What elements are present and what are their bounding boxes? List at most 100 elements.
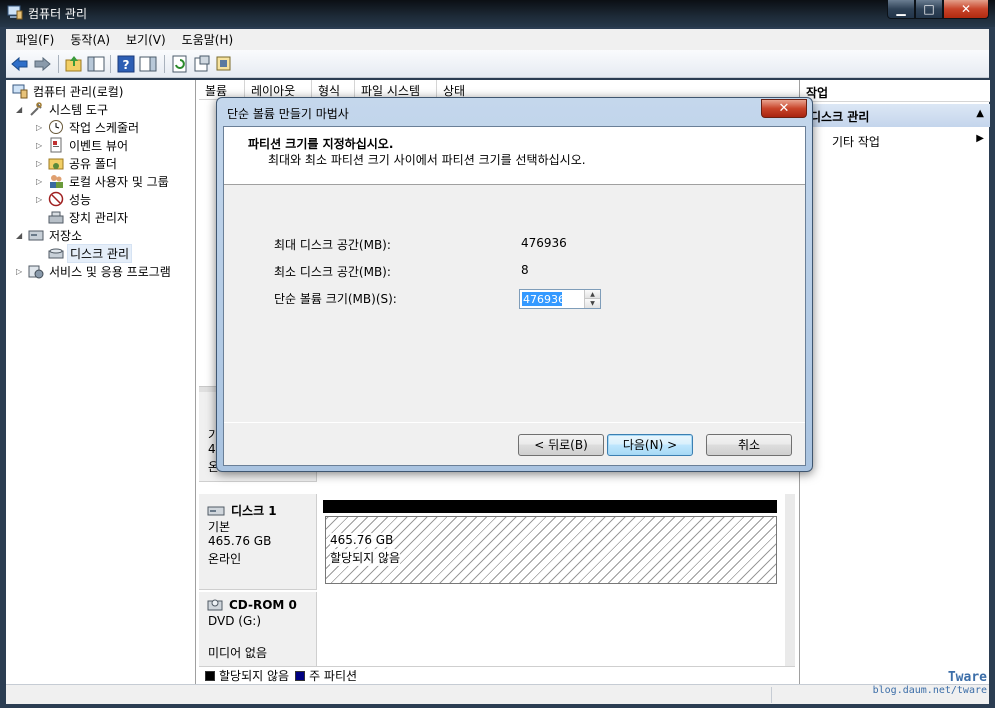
tree-node-services[interactable]: ▷ 서비스 및 응용 프로그램 [16,262,173,280]
tree-node-system-tools[interactable]: ◢ 시스템 도구 [16,100,110,118]
forward-arrow-icon[interactable] [32,54,52,74]
disk-1-status: 온라인 [208,552,242,566]
cdrom-name: CD-ROM 0 [229,598,297,612]
console-tree: 컴퓨터 관리(로컬) ◢ 시스템 도구 ▷ 작업 스케줄러 ▷ 이벤트 뷰어 ▷… [6,80,196,684]
minimize-icon: ▁ [896,2,906,16]
storage-icon [28,230,44,241]
legend: 할당되지 않음 주 파티션 [199,666,795,684]
partition-label: 할당되지 않음 [330,549,401,566]
action-pane: 작업 디스크 관리 ▲ 기타 작업 ▶ [799,80,990,684]
volume-size-input[interactable] [521,291,583,307]
expand-arrow-icon[interactable]: ▷ [36,123,46,132]
disk-1-type: 기본 [208,520,231,534]
spin-up-icon[interactable]: ▲ [585,290,600,299]
toolbar: ? [6,50,989,78]
action-section-disk-management[interactable]: 디스크 관리 ▲ [800,104,990,127]
expand-arrow-icon[interactable]: ▷ [36,195,46,204]
tree-node-disk-management[interactable]: 디스크 관리 [46,243,133,263]
expand-arrow-icon[interactable]: ▷ [36,159,46,168]
max-space-label: 최대 디스크 공간(MB): [274,238,391,252]
minimize-button[interactable]: ▁ [887,0,915,19]
menu-action[interactable]: 동작(A) [64,31,116,48]
menu-bar: 파일(F) 동작(A) 보기(V) 도움말(H) [6,29,989,50]
show-hide-action-pane-icon[interactable] [138,54,158,74]
performance-icon [48,191,64,207]
users-icon [50,175,63,188]
svg-text:?: ? [123,58,130,72]
disk-map-scrollbar[interactable] [785,494,795,666]
computer-management-icon [7,5,23,20]
tree-node-device-manager[interactable]: 장치 관리자 [46,208,130,226]
cdrom-panel[interactable]: CD-ROM 0 DVD (G:) 미디어 없음 [199,592,317,666]
properties-icon[interactable] [192,54,212,74]
back-button[interactable]: < 뒤로(B) [518,434,604,456]
close-icon: ✕ [778,101,790,116]
min-space-label: 최소 디스크 공간(MB): [274,265,391,279]
unallocated-header-bar [323,500,777,513]
legend-unallocated-swatch [205,670,215,681]
collapse-up-icon[interactable]: ▲ [976,108,984,119]
event-log-icon [50,137,62,153]
shared-folder-icon [48,158,64,170]
watermark: Tware blog.daum.net/tware [872,670,987,696]
disk-1-size: 465.76 GB [208,534,272,548]
expand-arrow-icon[interactable]: ▷ [16,267,26,276]
unallocated-partition[interactable]: 465.76 GB 할당되지 않음 [325,516,777,584]
show-hide-console-tree-icon[interactable] [86,54,106,74]
computer-management-icon [12,84,28,99]
title-bar[interactable]: 컴퓨터 관리 ▁ □ ✕ [0,0,995,27]
disk-1-panel[interactable]: 디스크 1 기본 465.76 GB 온라인 [199,494,317,590]
maximize-button[interactable]: □ [915,0,943,19]
tree-node-root[interactable]: 컴퓨터 관리(로컬) [10,82,125,100]
wizard-title: 단순 볼륨 만들기 마법사 [227,107,349,121]
min-space-value: 8 [521,263,529,277]
window-title: 컴퓨터 관리 [28,7,88,21]
device-manager-icon [48,211,64,224]
wizard-header: 파티션 크기를 지정하십시오. 최대와 최소 파티션 크기 사이에서 파티션 크… [224,127,805,185]
status-bar [6,684,989,704]
disk-management-icon [48,248,64,259]
legend-primary-swatch [295,670,306,681]
tree-node-local-users[interactable]: ▷ 로컬 사용자 및 그룹 [36,172,171,190]
tree-node-shared-folders[interactable]: ▷ 공유 폴더 [36,154,119,172]
action-pane-header: 작업 [800,80,990,102]
menu-file[interactable]: 파일(F) [10,31,60,48]
up-folder-icon[interactable] [64,54,84,74]
close-button[interactable]: ✕ [943,0,989,19]
volume-size-label: 단순 볼륨 크기(MB)(S): [274,292,397,306]
collapse-arrow-icon[interactable]: ◢ [16,105,26,114]
tree-node-event-viewer[interactable]: ▷ 이벤트 뷰어 [36,136,130,154]
tree-node-performance[interactable]: ▷ 성능 [36,190,93,208]
action-more-actions[interactable]: 기타 작업 ▶ [800,130,990,150]
legend-primary-label: 주 파티션 [309,669,358,683]
collapse-arrow-icon[interactable]: ◢ [16,231,26,240]
expand-arrow-icon[interactable]: ▷ [36,141,46,150]
disk-icon [207,506,225,515]
wizard-heading: 파티션 크기를 지정하십시오. [248,137,394,151]
expand-arrow-icon[interactable]: ▷ [36,177,46,186]
max-space-value: 476936 [521,236,567,250]
back-arrow-icon[interactable] [10,54,30,74]
next-button[interactable]: 다음(N) > [607,434,693,456]
tree-node-task-scheduler[interactable]: ▷ 작업 스케줄러 [36,118,141,136]
maximize-icon: □ [923,2,935,16]
help-icon[interactable]: ? [116,54,136,74]
wizard-close-button[interactable]: ✕ [761,99,807,118]
computer-management-window: 컴퓨터 관리 ▁ □ ✕ 파일(F) 동작(A) 보기(V) 도움말(H) ? … [0,0,995,708]
volume-size-stepper[interactable]: ▲ ▼ [519,289,601,309]
cancel-button[interactable]: 취소 [706,434,792,456]
menu-help[interactable]: 도움말(H) [176,31,240,48]
wizard-subheading: 최대와 최소 파티션 크기 사이에서 파티션 크기를 선택하십시오. [268,153,586,167]
disk-properties-icon[interactable] [214,54,234,74]
spin-down-icon[interactable]: ▼ [585,299,600,308]
refresh-icon[interactable] [170,54,190,74]
submenu-arrow-icon: ▶ [976,133,984,144]
legend-unallocated-label: 할당되지 않음 [219,669,290,683]
new-simple-volume-wizard: 단순 볼륨 만들기 마법사 ✕ 파티션 크기를 지정하십시오. 최대와 최소 파… [216,97,813,472]
clock-icon [49,120,63,134]
menu-view[interactable]: 보기(V) [120,31,172,48]
partition-size: 465.76 GB [330,533,394,547]
tree-node-storage[interactable]: ◢ 저장소 [16,226,84,244]
close-icon: ✕ [960,2,972,16]
services-icon [28,265,44,279]
